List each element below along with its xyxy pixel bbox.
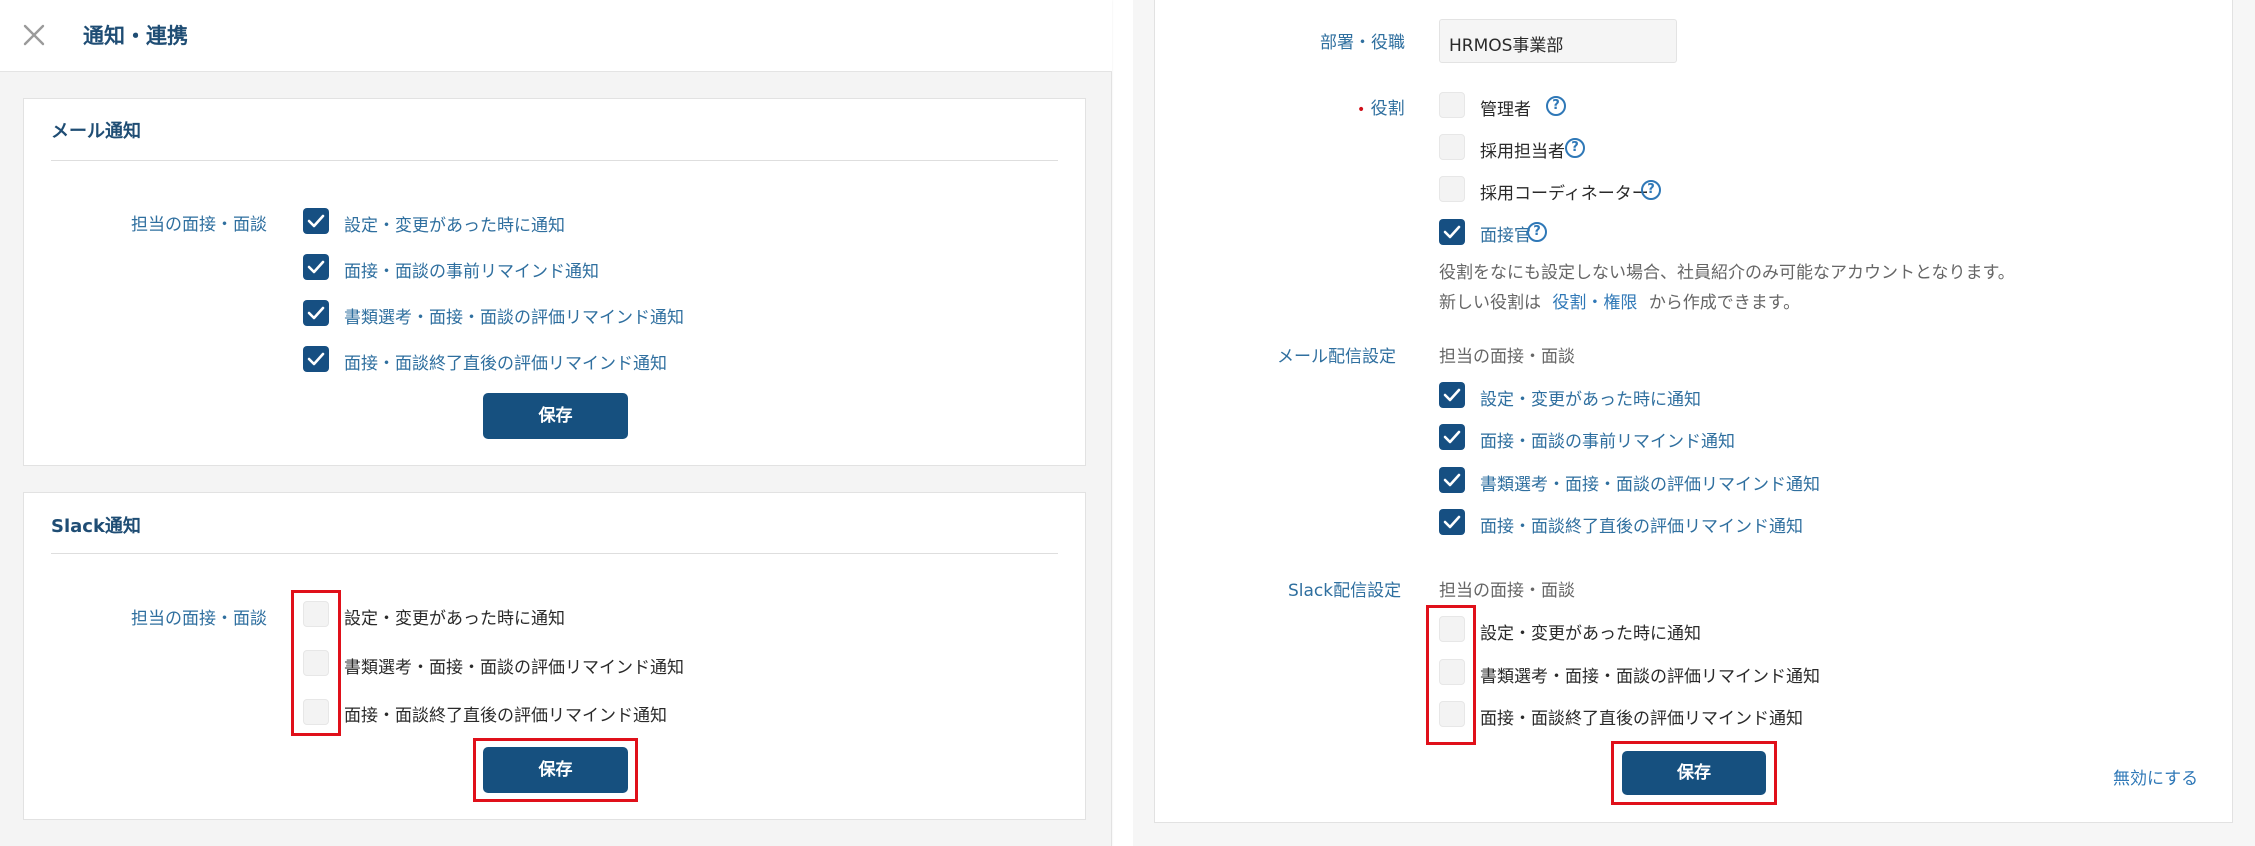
checkbox-role-interviewer[interactable] [1439, 219, 1465, 245]
slack-delivery-label: Slack配信設定 [1288, 581, 1402, 601]
checkbox-role-recruiter[interactable] [1439, 134, 1465, 160]
role-note: 役割をなにも設定しない場合、社員紹介のみ可能なアカウントとなります。 [1439, 263, 2015, 283]
mail-delivery-item-label: 書類選考・面接・面談の評価リマインド通知 [1480, 475, 1820, 495]
member-form-card: 部署・役職 HRMOS事業部 • 役割 管理者 ? 採用担当者 ? 採用コーディ… [1154, 0, 2233, 823]
mail-item-label: 設定・変更があった時に通知 [344, 216, 565, 236]
slack-card-title: Slack通知 [51, 516, 141, 537]
checkbox-mail-delivery-setting-change[interactable] [1439, 382, 1465, 408]
mail-item-label: 書類選考・面接・面談の評価リマインド通知 [344, 308, 684, 328]
mail-delivery-item-label: 面接・面談の事前リマインド通知 [1480, 432, 1735, 452]
note-suffix: から作成できます。 [1648, 293, 1801, 313]
slack-item-label: 書類選考・面接・面談の評価リマインド通知 [344, 658, 684, 678]
member-settings-panel: 部署・役職 HRMOS事業部 • 役割 管理者 ? 採用担当者 ? 採用コーディ… [1133, 0, 2255, 846]
page-title: 通知・連携 [83, 24, 188, 48]
checkbox-mail-post-interview-reminder[interactable] [303, 346, 329, 372]
roles-permissions-link[interactable]: 役割・権限 [1552, 293, 1637, 313]
slack-delivery-sub: 担当の面接・面談 [1439, 581, 1575, 601]
divider [51, 160, 1058, 161]
slack-delivery-item-label: 面接・面談終了直後の評価リマインド通知 [1480, 709, 1803, 729]
mail-item-label: 面接・面談終了直後の評価リマインド通知 [344, 354, 667, 374]
slack-notification-card: Slack通知 担当の面接・面談 設定・変更があった時に通知 書類選考・面接・面… [23, 492, 1086, 820]
mail-delivery-item-label: 設定・変更があった時に通知 [1480, 390, 1701, 410]
slack-item-label: 設定・変更があった時に通知 [344, 609, 565, 629]
highlight-box-save [473, 738, 638, 802]
help-icon[interactable]: ? [1527, 222, 1547, 242]
mail-delivery-sub: 担当の面接・面談 [1439, 347, 1575, 367]
role-item-label: 採用コーディネーター [1480, 184, 1649, 204]
mail-notification-card: メール通知 担当の面接・面談 設定・変更があった時に通知 面接・面談の事前リマイ… [23, 98, 1086, 466]
role-note-2: 新しい役割は 役割・権限 から作成できます。 [1439, 288, 1800, 313]
role-item-label: 管理者 [1480, 100, 1531, 120]
mail-delivery-label: メール配信設定 [1277, 347, 1396, 367]
department-field[interactable]: HRMOS事業部 [1439, 19, 1677, 63]
checkbox-mail-delivery-evaluation-reminder[interactable] [1439, 467, 1465, 493]
highlight-box-checkboxes [291, 590, 341, 736]
mail-save-button[interactable]: 保存 [483, 393, 628, 439]
required-mark: • [1357, 102, 1366, 118]
help-icon[interactable]: ? [1565, 138, 1585, 158]
panel-header: 通知・連携 [0, 0, 1112, 72]
checkbox-role-coordinator[interactable] [1439, 176, 1465, 202]
role-item-label: 面接官 [1480, 226, 1531, 246]
department-label: 部署・役職 [1320, 33, 1405, 53]
highlight-box-slack-checkboxes [1426, 605, 1476, 745]
role-label-text: 役割 [1370, 99, 1405, 119]
checkbox-mail-delivery-pre-reminder[interactable] [1439, 424, 1465, 450]
divider [51, 553, 1058, 554]
disable-link[interactable]: 無効にする [2113, 764, 2198, 789]
row-label: 担当の面接・面談 [131, 609, 267, 629]
mail-card-title: メール通知 [51, 121, 141, 142]
help-icon[interactable]: ? [1641, 180, 1661, 200]
mail-item-label: 面接・面談の事前リマインド通知 [344, 262, 599, 282]
help-icon[interactable]: ? [1546, 96, 1566, 116]
slack-delivery-item-label: 書類選考・面接・面談の評価リマインド通知 [1480, 667, 1820, 687]
note-prefix: 新しい役割は [1439, 293, 1541, 313]
checkbox-mail-evaluation-reminder[interactable] [303, 300, 329, 326]
close-icon[interactable] [22, 23, 46, 47]
checkbox-role-admin[interactable] [1439, 92, 1465, 118]
highlight-box-save [1611, 741, 1777, 805]
checkbox-mail-pre-reminder[interactable] [303, 254, 329, 280]
row-label: 担当の面接・面談 [131, 215, 267, 235]
role-label: • 役割 [1357, 94, 1405, 119]
notification-settings-panel: 通知・連携 メール通知 担当の面接・面談 設定・変更があった時に通知 面接・面談… [0, 0, 1112, 846]
role-item-label: 採用担当者 [1480, 142, 1565, 162]
slack-item-label: 面接・面談終了直後の評価リマインド通知 [344, 706, 667, 726]
slack-delivery-item-label: 設定・変更があった時に通知 [1480, 624, 1701, 644]
mail-delivery-item-label: 面接・面談終了直後の評価リマインド通知 [1480, 517, 1803, 537]
checkbox-mail-delivery-post-interview-reminder[interactable] [1439, 509, 1465, 535]
checkbox-mail-setting-change[interactable] [303, 208, 329, 234]
department-value: HRMOS事業部 [1449, 36, 1564, 56]
